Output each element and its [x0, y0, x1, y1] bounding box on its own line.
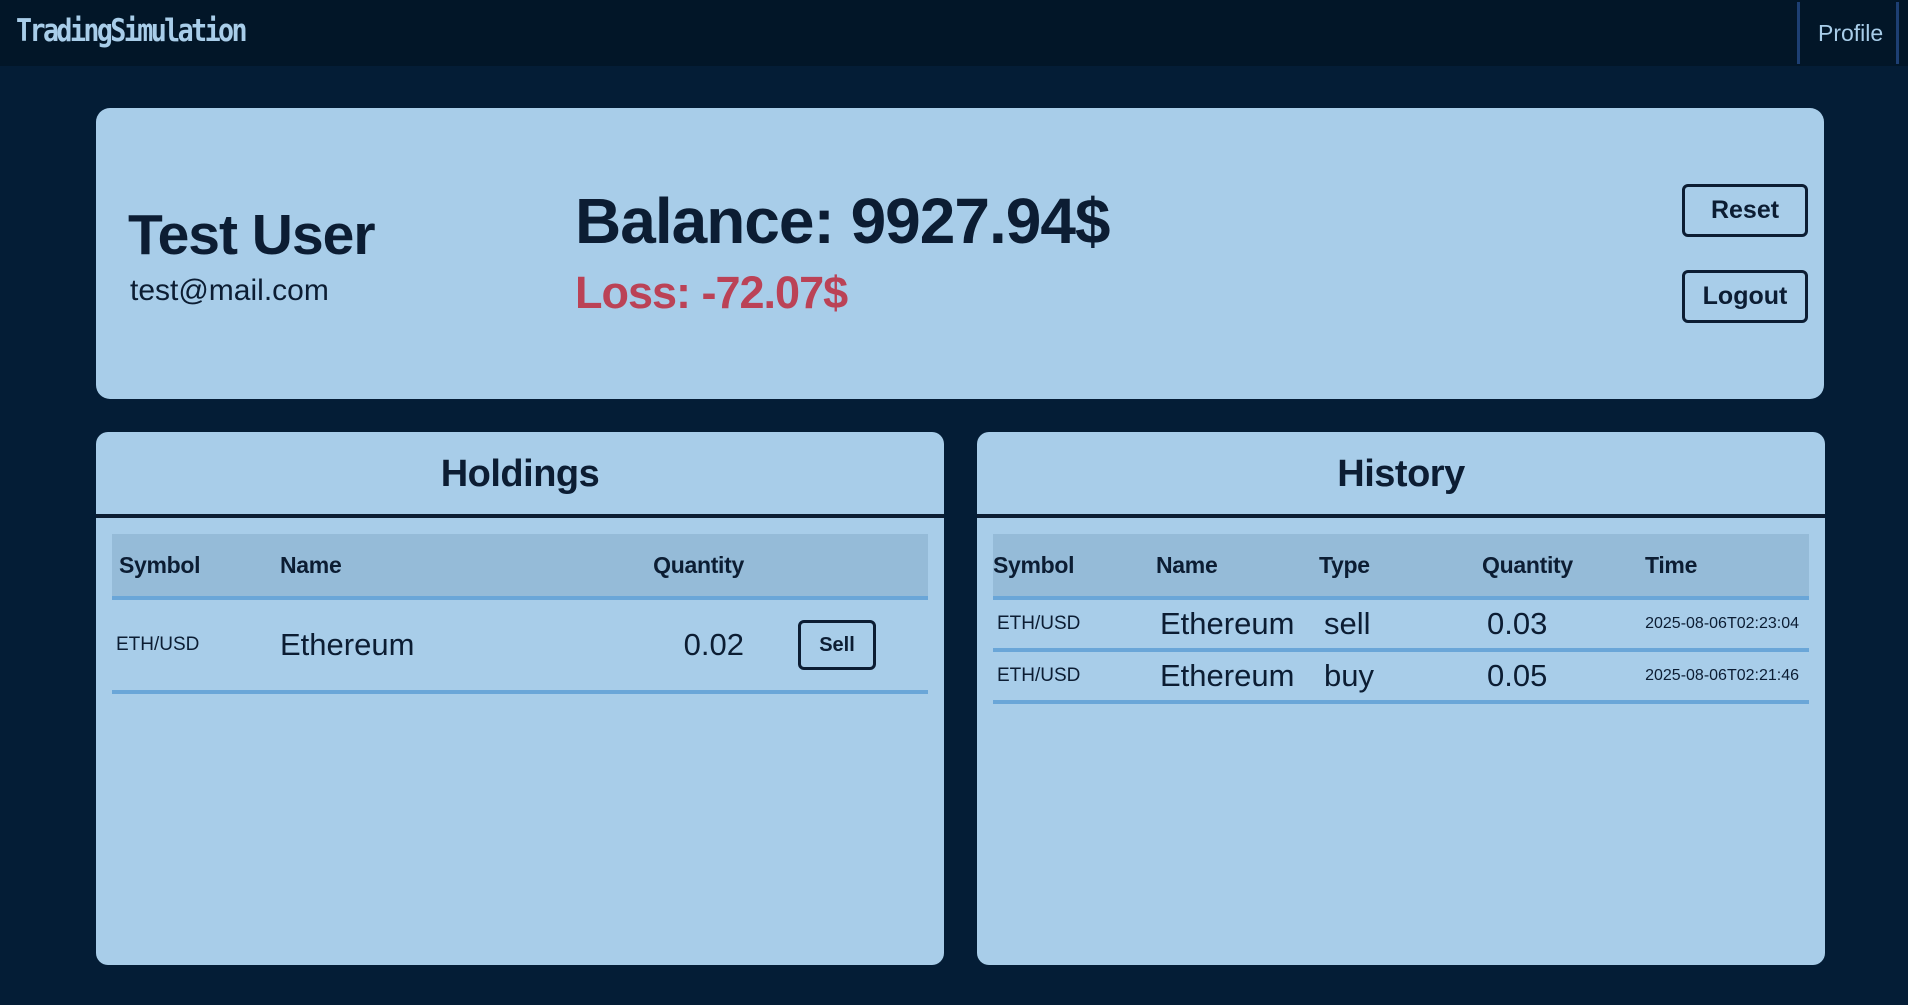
history-type: sell [1324, 606, 1371, 641]
history-col-quantity: Quantity [1482, 551, 1573, 578]
holding-name: Ethereum [280, 627, 415, 662]
profit-loss-display: Loss: -72.07$ [575, 267, 848, 318]
holdings-col-quantity: Quantity [653, 551, 744, 578]
history-row: ETH/USD Ethereum sell 0.03 2025-08-06T02… [993, 598, 1809, 650]
history-col-time: Time [1645, 551, 1698, 578]
user-email: test@mail.com [130, 274, 329, 307]
holdings-panel: Holdings Symbol Name Quantity ETH/USD Et… [96, 432, 944, 965]
holdings-header-row: Symbol Name Quantity [112, 534, 928, 598]
history-type: buy [1324, 658, 1374, 693]
reset-button[interactable]: Reset [1682, 184, 1808, 237]
top-navbar: TradingSimulation Profile [0, 0, 1908, 66]
history-symbol: ETH/USD [997, 613, 1081, 634]
holding-symbol: ETH/USD [116, 634, 200, 655]
profile-summary-card: Test User test@mail.com Balance: 9927.94… [96, 108, 1824, 399]
nav-profile-link[interactable]: Profile [1818, 20, 1883, 46]
history-table: Symbol Name Type Quantity Time ETH/USD E… [993, 534, 1809, 704]
history-col-symbol: Symbol [993, 551, 1075, 578]
balance-display: Balance: 9927.94$ [575, 185, 1110, 257]
history-divider [977, 514, 1825, 518]
history-time: 2025-08-06T02:21:46 [1645, 667, 1799, 684]
history-col-name: Name [1156, 551, 1218, 578]
holdings-row: ETH/USD Ethereum 0.02 Sell [112, 598, 928, 692]
holdings-divider [96, 514, 944, 518]
history-title: History [1337, 453, 1465, 495]
holding-quantity: 0.02 [683, 627, 744, 662]
history-quantity: 0.05 [1487, 658, 1548, 693]
navbar-edge-divider [1896, 2, 1899, 64]
holdings-col-name: Name [280, 551, 342, 578]
holdings-col-action [744, 534, 928, 598]
history-panel: History Symbol Name Type Quantity Time E… [977, 432, 1825, 965]
holdings-col-symbol: Symbol [119, 551, 201, 578]
holdings-title: Holdings [440, 453, 600, 495]
holdings-table: Symbol Name Quantity ETH/USD Ethereum 0.… [112, 534, 928, 694]
history-col-type: Type [1319, 551, 1370, 578]
sell-button[interactable]: Sell [798, 620, 876, 670]
user-name: Test User [128, 203, 376, 267]
history-header-row: Symbol Name Type Quantity Time [993, 534, 1809, 598]
history-time: 2025-08-06T02:23:04 [1645, 615, 1799, 632]
brand-logo[interactable]: TradingSimulation [16, 12, 248, 50]
history-symbol: ETH/USD [997, 665, 1081, 686]
navbar-divider [1797, 2, 1800, 64]
history-name: Ethereum [1160, 658, 1295, 693]
history-row: ETH/USD Ethereum buy 0.05 2025-08-06T02:… [993, 650, 1809, 702]
holding-action-cell: Sell [744, 598, 928, 692]
history-quantity: 0.03 [1487, 606, 1548, 641]
logout-button[interactable]: Logout [1682, 270, 1808, 323]
history-name: Ethereum [1160, 606, 1295, 641]
